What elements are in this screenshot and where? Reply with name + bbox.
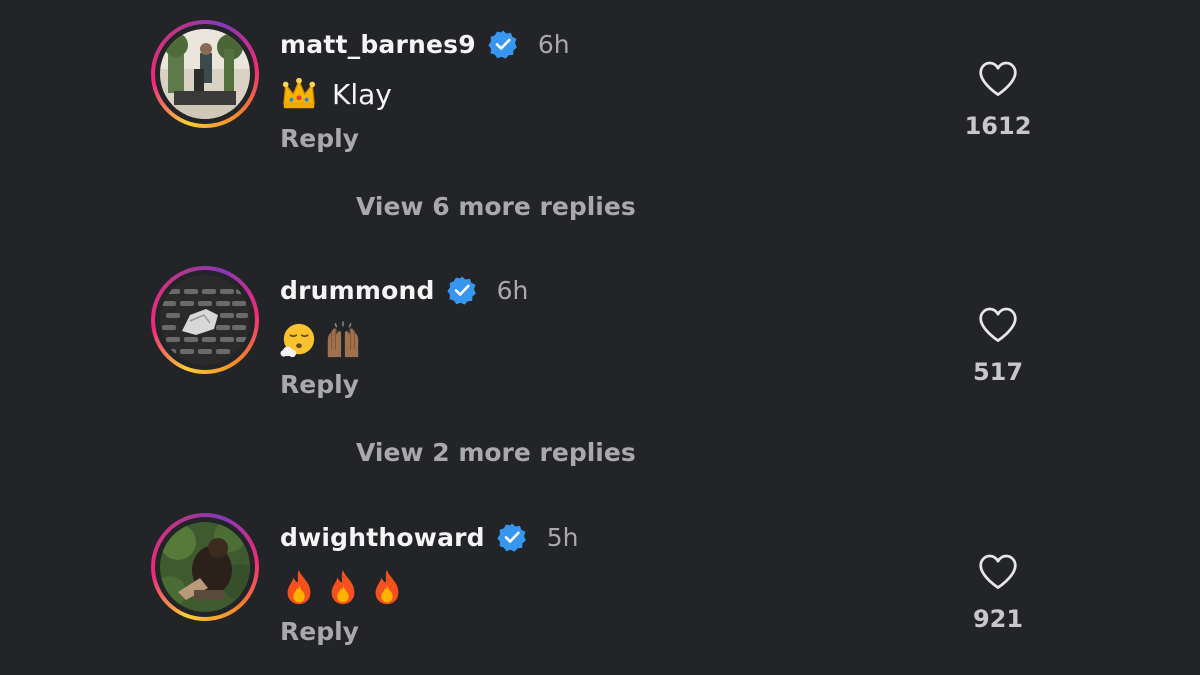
username[interactable]: drummond	[280, 276, 435, 305]
like-count: 1612	[964, 112, 1032, 140]
view-more-replies-button[interactable]: View 2 more replies	[356, 438, 636, 467]
comment-item: dwighthoward 5h Reply 921	[0, 513, 1200, 673]
avatar-photo	[160, 29, 250, 119]
comment-timestamp: 6h	[537, 29, 570, 59]
avatar[interactable]	[151, 20, 259, 128]
comments-feed: matt_barnes9 6h Klay Reply 1612 View 6 m…	[0, 0, 1200, 675]
comment-body-text: Klay	[332, 77, 392, 111]
fire-emoji-icon	[375, 569, 399, 605]
view-more-replies-button[interactable]: View 6 more replies	[356, 192, 636, 221]
reply-button[interactable]: Reply	[280, 370, 359, 399]
like-control: 921	[958, 553, 1038, 633]
avatar[interactable]	[151, 266, 259, 374]
avatar-photo	[160, 522, 250, 612]
like-count: 517	[972, 358, 1024, 386]
comment-text	[280, 567, 420, 607]
fire-emoji-icon	[287, 569, 311, 605]
raising-hands-emoji-icon	[327, 321, 359, 358]
reply-button[interactable]: Reply	[280, 617, 359, 646]
like-control: 1612	[958, 60, 1038, 140]
comment-timestamp: 5h	[546, 522, 579, 552]
comment-text: Klay	[280, 74, 392, 114]
comment-item: matt_barnes9 6h Klay Reply 1612	[0, 20, 1200, 180]
comment-text	[280, 320, 376, 360]
username[interactable]: dwighthoward	[280, 523, 485, 552]
comment-timestamp: 6h	[496, 275, 529, 305]
heart-outline-icon[interactable]	[977, 306, 1019, 344]
fire-emoji-icon	[331, 569, 355, 605]
comment-item: drummond 6h Reply 517	[0, 266, 1200, 426]
verified-badge-icon	[497, 523, 526, 552]
reply-button[interactable]: Reply	[280, 124, 359, 153]
heart-outline-icon[interactable]	[977, 60, 1019, 98]
like-control: 517	[958, 306, 1038, 386]
username[interactable]: matt_barnes9	[280, 30, 476, 59]
heart-outline-icon[interactable]	[977, 553, 1019, 591]
verified-badge-icon	[488, 30, 517, 59]
crown-emoji-icon	[282, 77, 316, 109]
face-exhaling-emoji-icon	[280, 323, 315, 358]
verified-badge-icon	[446, 276, 476, 305]
like-count: 921	[972, 605, 1024, 633]
avatar-photo	[160, 275, 250, 365]
avatar[interactable]	[151, 513, 259, 621]
